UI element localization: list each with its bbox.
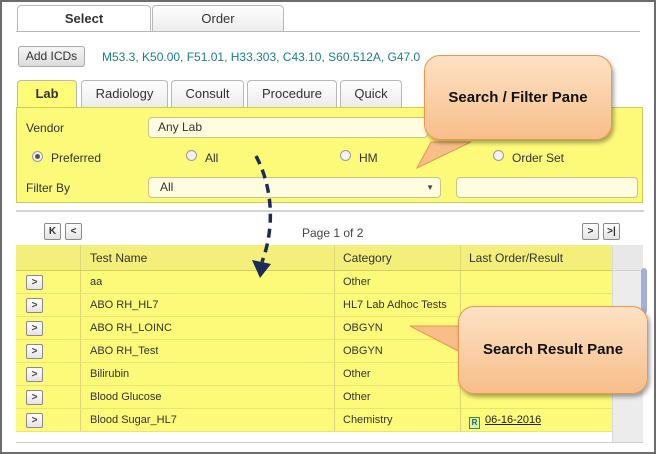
first-page-button[interactable]: K [44,223,61,240]
select-row-button[interactable]: > [26,275,43,290]
top-tabs-divider [16,31,640,32]
prev-page-button[interactable]: < [65,223,82,240]
column-divider [80,363,81,385]
last-order-cell: R 06-16-2016 [469,409,541,431]
test-name-cell: ABO RH_HL7 [90,299,159,311]
add-icds-button[interactable]: Add ICDs [18,46,85,67]
select-row-button[interactable]: > [26,390,43,405]
column-divider [460,271,461,293]
chevron-down-icon: ▼ [426,183,434,192]
category-cell: OBGYN [343,345,383,357]
callout-search-filter-pane: Search / Filter Pane [424,55,612,140]
header-last-order[interactable]: Last Order/Result [469,245,563,270]
callout-search-result-pane: Search Result Pane [458,306,648,394]
filter-by-label: Filter By [26,181,71,195]
next-page-button[interactable]: > [582,223,599,240]
radio-preferred-label: Preferred [51,151,102,165]
column-divider [334,317,335,339]
column-divider [460,409,461,431]
test-name-cell: ABO RH_Test [90,345,159,357]
select-row-button[interactable]: > [26,344,43,359]
category-cell: Other [343,276,371,288]
select-row-button[interactable]: > [26,321,43,336]
dashed-arrow-icon [252,155,273,278]
radio-all-label: All [205,151,219,165]
column-divider [460,386,461,408]
column-divider [334,294,335,316]
filter-by-value: All [160,180,174,194]
column-divider [80,317,81,339]
callout-pointer-icon [415,141,472,170]
grid-bottom-border [16,442,643,443]
test-name-cell: aa [90,276,103,288]
grid-header-spacer [613,245,643,271]
column-divider [334,409,335,431]
test-name-cell: Blood Glucose [90,391,162,403]
header-test-name[interactable]: Test Name [90,245,147,270]
column-divider [80,245,81,270]
category-cell: HL7 Lab Adhoc Tests [343,299,447,311]
column-divider [334,363,335,385]
category-cell: OBGYN [343,322,383,334]
test-name-cell: Blood Sugar_HL7 [90,414,177,426]
select-row-button[interactable]: > [26,367,43,382]
vendor-label: Vendor [26,121,65,135]
table-row[interactable]: > Blood Sugar_HL7 Chemistry R 06-16-2016 [16,409,612,432]
radio-order-set[interactable] [493,150,504,161]
column-divider [334,245,335,270]
column-divider [334,271,335,293]
column-divider [334,386,335,408]
radio-order-set-label: Order Set [512,151,565,165]
tab-lab[interactable]: Lab [17,80,77,109]
icd-codes-list[interactable]: M53.3, K50.00, F51.01, H33.303, C43.10, … [102,50,442,64]
radio-all[interactable] [186,150,197,161]
vendor-input[interactable]: Any Lab [148,117,428,138]
grid-header-row: Test Name Category Last Order/Result [16,245,612,271]
column-divider [460,245,461,270]
category-cell: Other [343,391,371,403]
column-divider [80,340,81,362]
column-divider [80,294,81,316]
radio-hm-label: HM [359,151,378,165]
tab-consult[interactable]: Consult [171,80,244,107]
test-name-cell: Bilirubin [90,368,130,380]
tab-procedure[interactable]: Procedure [247,80,337,107]
result-icon[interactable]: R [469,417,480,429]
vertical-scrollbar[interactable] [641,268,647,314]
column-divider [80,271,81,293]
select-row-button[interactable]: > [26,413,43,428]
radio-preferred[interactable] [32,151,43,162]
page-indicator: Page 1 of 2 [302,226,364,240]
radio-hm[interactable] [340,150,351,161]
column-divider [80,409,81,431]
filter-text-input[interactable] [456,177,638,198]
column-divider [334,340,335,362]
tab-order[interactable]: Order [152,5,284,31]
header-category[interactable]: Category [343,245,392,270]
category-cell: Other [343,368,371,380]
pane-separator [16,210,644,212]
filter-by-select[interactable]: All ▼ [148,177,441,198]
last-page-button[interactable]: >| [603,223,620,240]
last-order-link[interactable]: 06-16-2016 [485,414,541,426]
tab-select[interactable]: Select [17,5,151,31]
table-row[interactable]: > aa Other [16,271,612,294]
column-divider [80,386,81,408]
tab-quick[interactable]: Quick [340,80,402,107]
category-cell: Chemistry [343,414,393,426]
tab-radiology[interactable]: Radiology [81,80,168,107]
select-row-button[interactable]: > [26,298,43,313]
test-name-cell: ABO RH_LOINC [90,322,172,334]
